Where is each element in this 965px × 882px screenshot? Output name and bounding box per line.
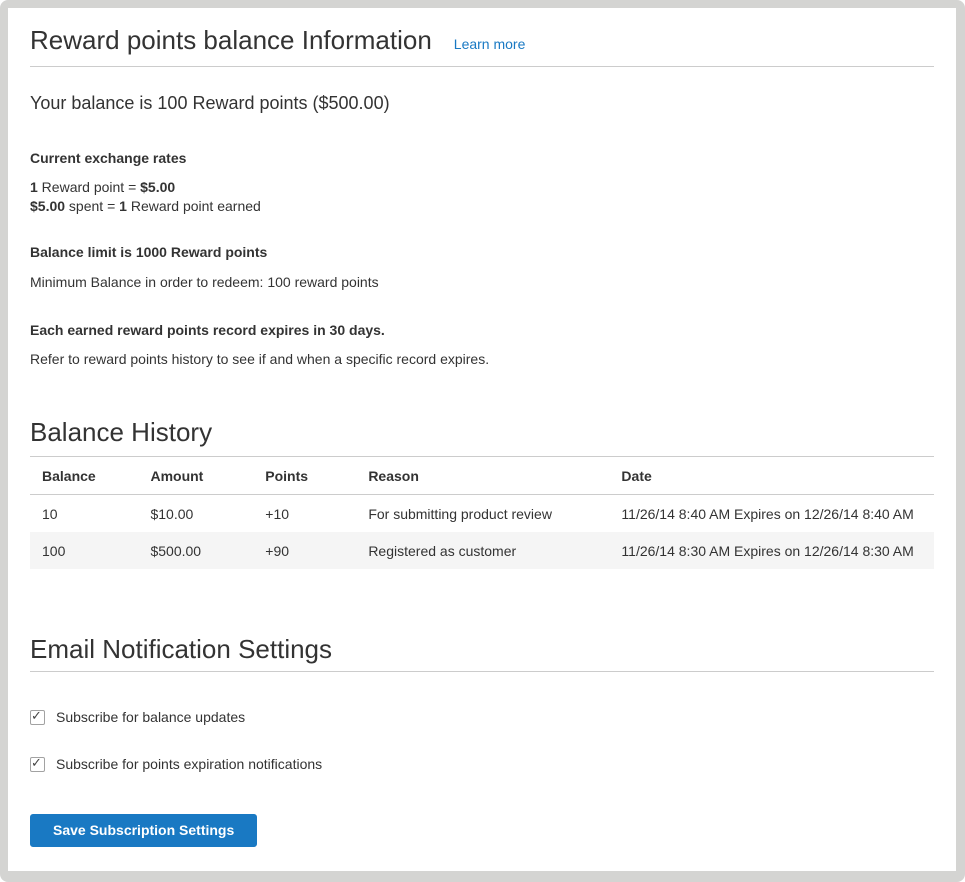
- cell-reason: Registered as customer: [356, 532, 609, 569]
- earn-money-value: $5.00: [30, 198, 65, 214]
- rate-money-value: $5.00: [140, 179, 175, 195]
- earn-points-value: 1: [119, 198, 127, 214]
- cell-amount: $10.00: [138, 495, 253, 533]
- table-header-row: Balance Amount Points Reason Date: [30, 457, 934, 495]
- checkbox-wrap: ✓: [30, 757, 45, 772]
- column-header-points: Points: [253, 457, 356, 495]
- table-row: 10 $10.00 +10 For submitting product rev…: [30, 495, 934, 533]
- column-header-amount: Amount: [138, 457, 253, 495]
- balance-summary: Your balance is 100 Reward points ($500.…: [30, 91, 934, 116]
- rate-points-value: 1: [30, 179, 38, 195]
- cell-amount: $500.00: [138, 532, 253, 569]
- save-subscription-settings-button[interactable]: Save Subscription Settings: [30, 814, 257, 847]
- cell-balance: 100: [30, 532, 138, 569]
- subscribe-balance-updates-label: Subscribe for balance updates: [56, 708, 245, 727]
- page-title: Reward points balance Information: [30, 26, 432, 54]
- rate-line1-text: Reward point =: [38, 179, 140, 195]
- balance-limit-text: Balance limit is 1000 Reward points: [30, 243, 934, 262]
- subscribe-balance-updates-checkbox[interactable]: [30, 710, 45, 725]
- reward-points-card: Reward points balance Information Learn …: [8, 8, 956, 871]
- expiry-note-text: Refer to reward points history to see if…: [30, 350, 934, 369]
- email-settings-title: Email Notification Settings: [30, 635, 934, 663]
- exchange-rates-lines: 1 Reward point = $5.00 $5.00 spent = 1 R…: [30, 178, 934, 216]
- cell-points: +10: [253, 495, 356, 533]
- exchange-rate-line-1: 1 Reward point = $5.00: [30, 178, 934, 197]
- column-header-reason: Reason: [356, 457, 609, 495]
- exchange-rates-heading: Current exchange rates: [30, 149, 934, 168]
- column-header-date: Date: [609, 457, 934, 495]
- cell-reason: For submitting product review: [356, 495, 609, 533]
- learn-more-link[interactable]: Learn more: [454, 36, 526, 52]
- cell-balance: 10: [30, 495, 138, 533]
- earn-line2-tail: Reward point earned: [127, 198, 261, 214]
- card-header: Reward points balance Information Learn …: [30, 8, 934, 67]
- subscribe-balance-updates-row[interactable]: ✓ Subscribe for balance updates: [30, 708, 934, 727]
- earn-line2-text: spent =: [65, 198, 119, 214]
- balance-history-table: Balance Amount Points Reason Date 10 $10…: [30, 456, 934, 569]
- cell-date: 11/26/14 8:40 AM Expires on 12/26/14 8:4…: [609, 495, 934, 533]
- page-frame: Reward points balance Information Learn …: [0, 0, 965, 882]
- email-settings-header: Email Notification Settings: [30, 635, 934, 672]
- balance-history-title: Balance History: [30, 418, 934, 446]
- subscribe-expiration-notifications-label: Subscribe for points expiration notifica…: [56, 755, 322, 774]
- subscribe-expiration-notifications-checkbox[interactable]: [30, 757, 45, 772]
- exchange-rate-line-2: $5.00 spent = 1 Reward point earned: [30, 197, 934, 216]
- subscribe-expiration-notifications-row[interactable]: ✓ Subscribe for points expiration notifi…: [30, 755, 934, 774]
- expiry-bold-text: Each earned reward points record expires…: [30, 321, 934, 340]
- cell-points: +90: [253, 532, 356, 569]
- min-redeem-text: Minimum Balance in order to redeem: 100 …: [30, 273, 934, 292]
- table-row: 100 $500.00 +90 Registered as customer 1…: [30, 532, 934, 569]
- checkbox-wrap: ✓: [30, 710, 45, 725]
- cell-date: 11/26/14 8:30 AM Expires on 12/26/14 8:3…: [609, 532, 934, 569]
- column-header-balance: Balance: [30, 457, 138, 495]
